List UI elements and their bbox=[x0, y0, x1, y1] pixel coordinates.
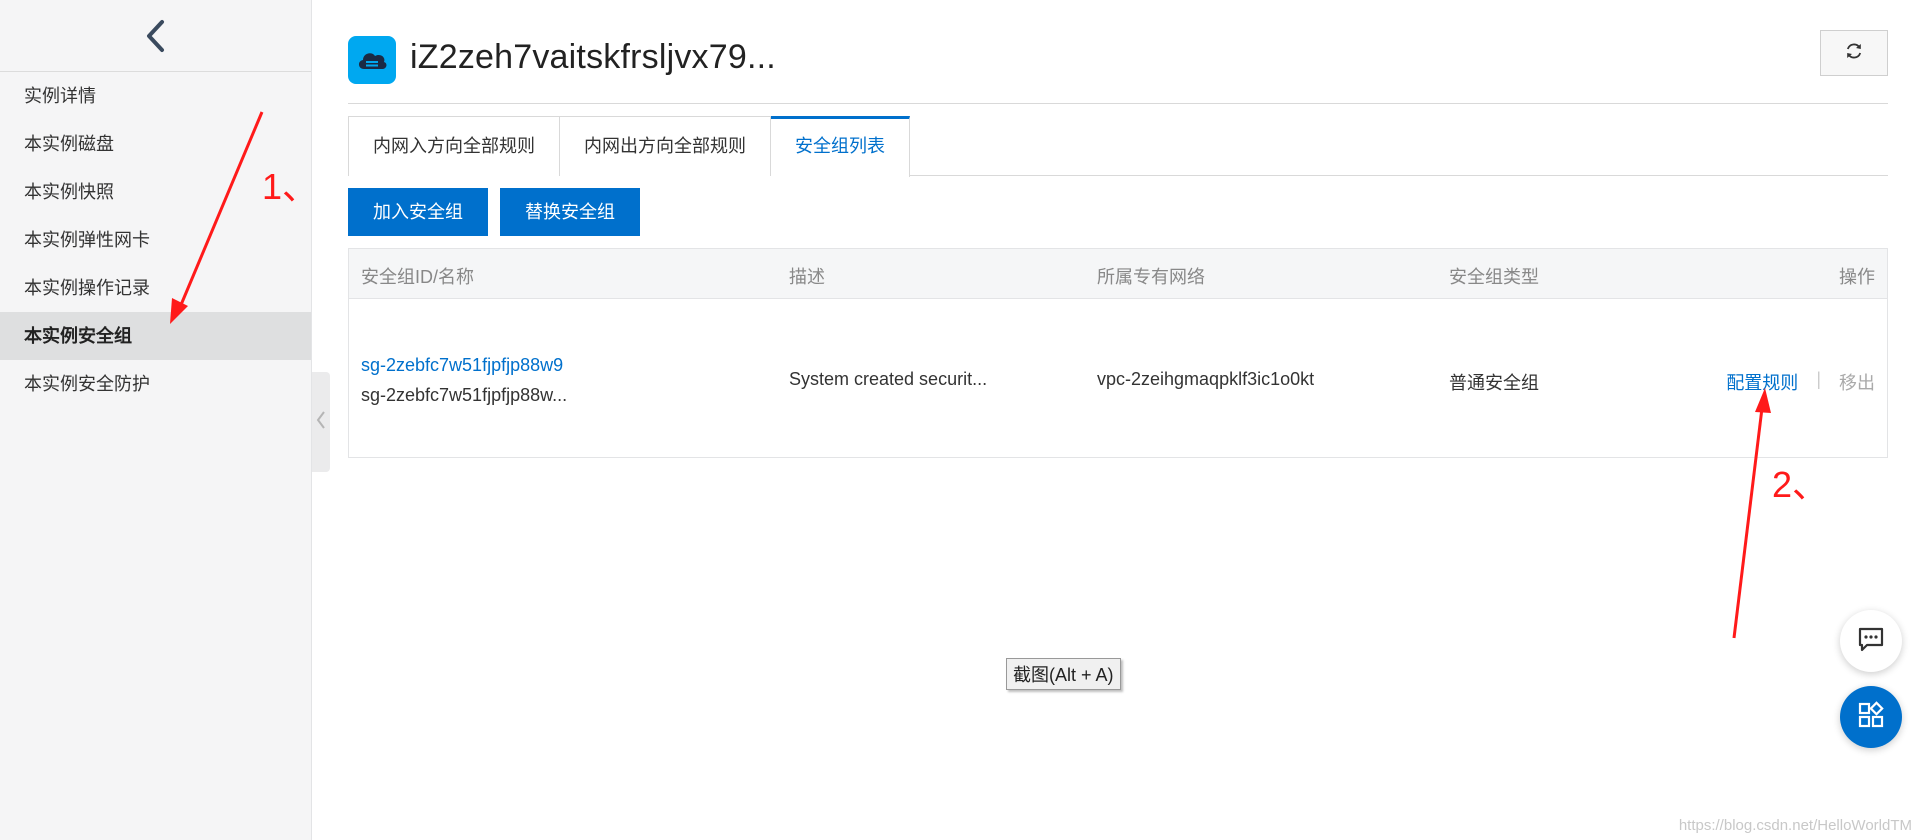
table-row: sg-2zebfc7w51fjpfjp88w9 sg-2zebfc7w51fjp… bbox=[349, 299, 1887, 457]
annotation-label-1: 1、 bbox=[262, 166, 319, 207]
join-security-group-button[interactable]: 加入安全组 bbox=[348, 188, 488, 236]
header-description: 描述 bbox=[789, 267, 825, 287]
security-group-type: 普通安全组 bbox=[1449, 373, 1539, 393]
annotation-label-2: 2、 bbox=[1772, 464, 1829, 505]
sidebar-item-eni[interactable]: 本实例弹性网卡 bbox=[0, 216, 311, 264]
operation-separator: | bbox=[1816, 369, 1821, 389]
tab-inbound-rules[interactable]: 内网入方向全部规则 bbox=[348, 116, 560, 176]
main-content: iZ2zeh7vaitskfrsljvx79... 内网入方向全部规则 内网出方… bbox=[348, 0, 1888, 840]
replace-security-group-button[interactable]: 替换安全组 bbox=[500, 188, 640, 236]
chevron-left-small-icon bbox=[316, 408, 326, 437]
sidebar-item-security-protection[interactable]: 本实例安全防护 bbox=[0, 360, 311, 408]
security-group-description: System created securit... bbox=[789, 369, 988, 389]
chat-icon bbox=[1857, 626, 1885, 657]
apps-button[interactable] bbox=[1840, 686, 1902, 748]
chevron-left-icon[interactable] bbox=[144, 18, 168, 54]
page-title: iZ2zeh7vaitskfrsljvx79... bbox=[410, 38, 776, 76]
sidebar-item-security-groups[interactable]: 本实例安全组 bbox=[0, 312, 311, 360]
tab-outbound-rules[interactable]: 内网出方向全部规则 bbox=[560, 116, 771, 176]
sidebar-item-instance-details[interactable]: 实例详情 bbox=[0, 72, 311, 120]
tab-bar: 内网入方向全部规则 内网出方向全部规则 安全组列表 bbox=[348, 116, 1888, 177]
page-header: iZ2zeh7vaitskfrsljvx79... bbox=[348, 28, 1888, 104]
row-operations: 配置规则 | 移出 bbox=[1726, 369, 1875, 395]
security-group-vpc: vpc-2zeihgmaqpklf3ic1o0kt bbox=[1097, 369, 1315, 389]
sidebar-item-operation-log[interactable]: 本实例操作记录 bbox=[0, 264, 311, 312]
security-group-id-link[interactable]: sg-2zebfc7w51fjpfjp88w9 bbox=[361, 355, 563, 376]
apps-icon bbox=[1857, 700, 1885, 734]
header-operation: 操作 bbox=[1839, 267, 1875, 287]
action-bar: 加入安全组 替换安全组 bbox=[348, 188, 640, 236]
tab-security-group-list[interactable]: 安全组列表 bbox=[771, 116, 910, 177]
header-id-name: 安全组ID/名称 bbox=[361, 267, 475, 287]
security-group-name: sg-2zebfc7w51fjpfjp88w... bbox=[361, 385, 568, 405]
header-type: 安全组类型 bbox=[1449, 267, 1539, 287]
configure-rules-link[interactable]: 配置规则 bbox=[1726, 369, 1798, 395]
screenshot-tooltip: 截图(Alt + A) bbox=[1006, 658, 1121, 690]
table-header: 安全组ID/名称 描述 所属专有网络 安全组类型 操作 bbox=[349, 249, 1887, 299]
security-group-table: 安全组ID/名称 描述 所属专有网络 安全组类型 操作 sg-2zebfc7w5… bbox=[348, 248, 1888, 458]
cloud-server-icon bbox=[348, 36, 396, 84]
remove-link[interactable]: 移出 bbox=[1839, 369, 1875, 395]
refresh-button[interactable] bbox=[1820, 30, 1888, 76]
header-vpc: 所属专有网络 bbox=[1097, 267, 1205, 287]
sidebar-header bbox=[0, 0, 311, 72]
chat-button[interactable] bbox=[1840, 610, 1902, 672]
sidebar-collapse-handle[interactable] bbox=[312, 372, 330, 472]
refresh-icon bbox=[1844, 41, 1864, 66]
watermark: https://blog.csdn.net/HelloWorldTM bbox=[1678, 817, 1912, 834]
sidebar: 实例详情 本实例磁盘 本实例快照 本实例弹性网卡 本实例操作记录 本实例安全组 … bbox=[0, 0, 312, 840]
